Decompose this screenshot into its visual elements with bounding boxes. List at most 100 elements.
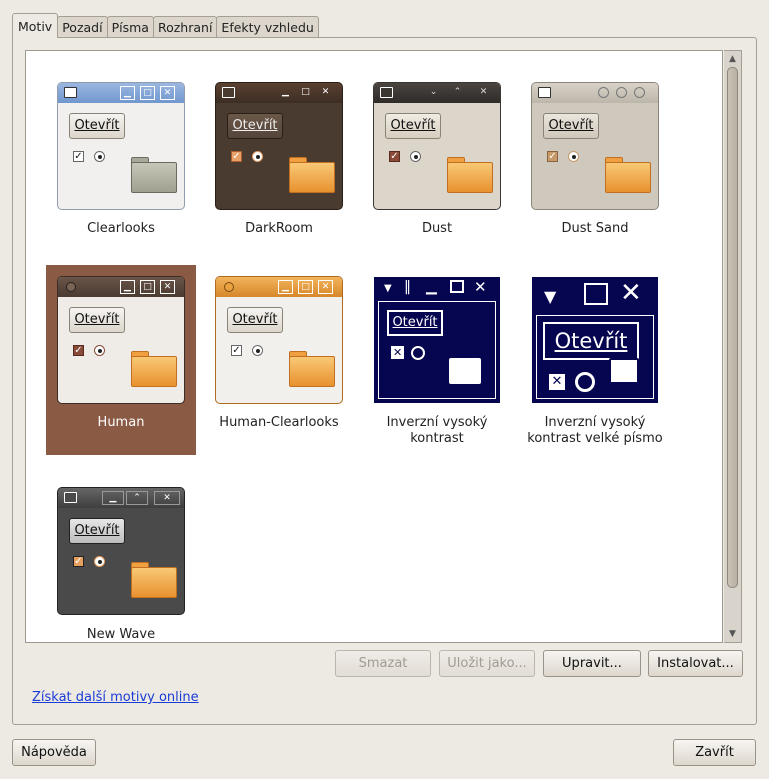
theme-preview-human: ▁ □ ✕ Otevřít ✓ (57, 276, 185, 404)
gallery-scrollbar[interactable]: ▲ ▼ (724, 50, 742, 643)
scroll-up-icon[interactable]: ▲ (724, 51, 741, 67)
theme-preview-dust-sand: Otevřít ✓ (531, 82, 659, 210)
folder-icon (447, 157, 493, 193)
theme-item-new-wave[interactable]: ▁ ⌃ ✕ Otevřít ✓ New Wave (46, 477, 196, 642)
theme-name: Human-Clearlooks (219, 415, 339, 430)
close-icon: ✕ (479, 87, 488, 97)
close-icon: ✕ (160, 280, 175, 294)
close-icon: ✕ (620, 278, 642, 308)
close-icon: ✕ (474, 278, 487, 296)
checkbox-icon: ✓ (547, 151, 558, 162)
preview-open-button: Otevřít (69, 113, 125, 139)
radio-icon (94, 345, 105, 356)
window-icon (380, 87, 393, 98)
window-button-icon (616, 87, 627, 98)
preview-open-button: Otevřít (543, 322, 639, 360)
theme-item-inverse-high-contrast[interactable]: ▼ ‖ ▁ ✕ Otevřít ✕ Inverzní vysoký kontra… (362, 265, 512, 455)
theme-name: Clearlooks (87, 221, 155, 236)
tab-efekty-vzhledu[interactable]: Efekty vzhledu (216, 16, 319, 38)
theme-gallery[interactable]: ▁ □ ✕ Otevřít ✓ Clearlooks ▁ □ ✕ Otevřít… (25, 50, 723, 643)
radio-icon (568, 151, 579, 162)
tab-pisma[interactable]: Písma (106, 16, 154, 38)
tab-pozadi[interactable]: Pozadí (57, 16, 108, 38)
theme-preview-clearlooks: ▁ □ ✕ Otevřít ✓ (57, 82, 185, 210)
theme-name: Inverzní vysoký kontrast (386, 415, 488, 446)
theme-name: Dust (421, 221, 453, 236)
checkbox-icon: ✓ (231, 151, 242, 162)
window-icon (64, 492, 77, 503)
get-more-themes-link[interactable]: Získat další motivy online (32, 690, 199, 705)
radio-icon (575, 372, 595, 392)
preview-open-button: Otevřít (387, 310, 443, 336)
folder-icon (289, 157, 335, 193)
checkbox-icon: ✓ (73, 345, 84, 356)
maximize-icon (450, 280, 464, 293)
install-button[interactable]: Instalovat... (648, 650, 743, 677)
delete-button[interactable]: Smazat (335, 650, 431, 677)
maximize-icon: □ (298, 280, 313, 294)
chevron-up-icon: ⌃ (126, 491, 148, 505)
theme-preview-inverse-high-contrast: ▼ ‖ ▁ ✕ Otevřít ✕ (373, 276, 501, 404)
theme-item-inverse-high-contrast-large[interactable]: ▼ ✕ Otevřít ✕ Inverzní vysoký kontrast v… (520, 265, 670, 455)
checkbox-icon: ✕ (549, 374, 565, 390)
close-icon: ✕ (318, 280, 333, 294)
preview-body: Otevřít ✕ (378, 301, 496, 399)
preview-open-button: Otevřít (69, 518, 125, 544)
theme-name: New Wave (86, 627, 156, 642)
radio-icon (252, 345, 263, 356)
preview-body: Otevřít ✕ (536, 315, 654, 399)
minimize-icon: ▁ (102, 491, 124, 505)
tab-bar: Motiv Pozadí Písma Rozhraní Efekty vzhle… (12, 13, 319, 38)
checkbox-icon: ✓ (73, 151, 84, 162)
edit-button[interactable]: Upravit... (543, 650, 641, 677)
help-button[interactable]: Nápověda (12, 739, 96, 766)
window-icon (66, 282, 76, 292)
window-icon (538, 87, 551, 98)
preview-open-button: Otevřít (69, 307, 125, 333)
theme-item-darkroom[interactable]: ▁ □ ✕ Otevřít ✓ DarkRoom (204, 71, 354, 261)
theme-item-human[interactable]: ▁ □ ✕ Otevřít ✓ Human (46, 265, 196, 455)
checkbox-icon: ✕ (391, 346, 404, 359)
radio-icon (410, 151, 421, 162)
preview-open-button: Otevřít (227, 307, 283, 333)
minimize-icon: ▁ (120, 86, 135, 100)
theme-preview-darkroom: ▁ □ ✕ Otevřít ✓ (215, 82, 343, 210)
close-button[interactable]: Zavřít (673, 739, 756, 766)
theme-preview-inverse-high-contrast-large: ▼ ✕ Otevřít ✕ (531, 276, 659, 404)
save-as-button[interactable]: Uložit jako... (439, 650, 535, 677)
radio-icon (94, 556, 105, 567)
window-button-icon (634, 87, 645, 98)
theme-item-dust-sand[interactable]: Otevřít ✓ Dust Sand (520, 71, 670, 261)
theme-item-human-clearlooks[interactable]: ▁ □ ✕ Otevřít ✓ Human-Clearlooks (204, 265, 354, 455)
window-button-icon (598, 87, 609, 98)
close-icon: ✕ (154, 491, 180, 505)
theme-item-clearlooks[interactable]: ▁ □ ✕ Otevřít ✓ Clearlooks (46, 71, 196, 261)
theme-name: Human (97, 415, 145, 430)
theme-name: Dust Sand (561, 221, 629, 236)
window-icon (64, 87, 77, 98)
chevron-down-icon: ⌄ (429, 87, 438, 97)
minimize-icon: ▁ (120, 280, 135, 294)
folder-icon (449, 358, 481, 384)
minimize-icon: ▁ (426, 279, 437, 295)
theme-preview-new-wave: ▁ ⌃ ✕ Otevřít ✓ (57, 487, 185, 615)
radio-icon (94, 151, 105, 162)
theme-item-dust[interactable]: ⌄ ⌃ ✕ Otevřít ✓ Dust (362, 71, 512, 261)
checkbox-icon: ✓ (73, 556, 84, 567)
tab-motiv[interactable]: Motiv (12, 13, 59, 38)
chevron-up-icon: ⌃ (453, 87, 462, 97)
maximize-icon (584, 283, 608, 305)
folder-icon (609, 358, 639, 384)
tab-rozhrani[interactable]: Rozhraní (152, 16, 218, 38)
folder-icon (131, 562, 177, 598)
pin-icon: ‖ (404, 279, 411, 295)
radio-icon (252, 151, 263, 162)
scroll-down-icon[interactable]: ▼ (724, 626, 741, 642)
folder-icon (131, 157, 177, 193)
maximize-icon: □ (140, 86, 155, 100)
theme-preview-dust: ⌄ ⌃ ✕ Otevřít ✓ (373, 82, 501, 210)
close-icon: ✕ (321, 87, 330, 97)
preview-open-button: Otevřít (385, 113, 441, 139)
theme-name: Inverzní vysoký kontrast velké písmo (527, 415, 663, 446)
scroll-thumb[interactable] (727, 67, 738, 588)
